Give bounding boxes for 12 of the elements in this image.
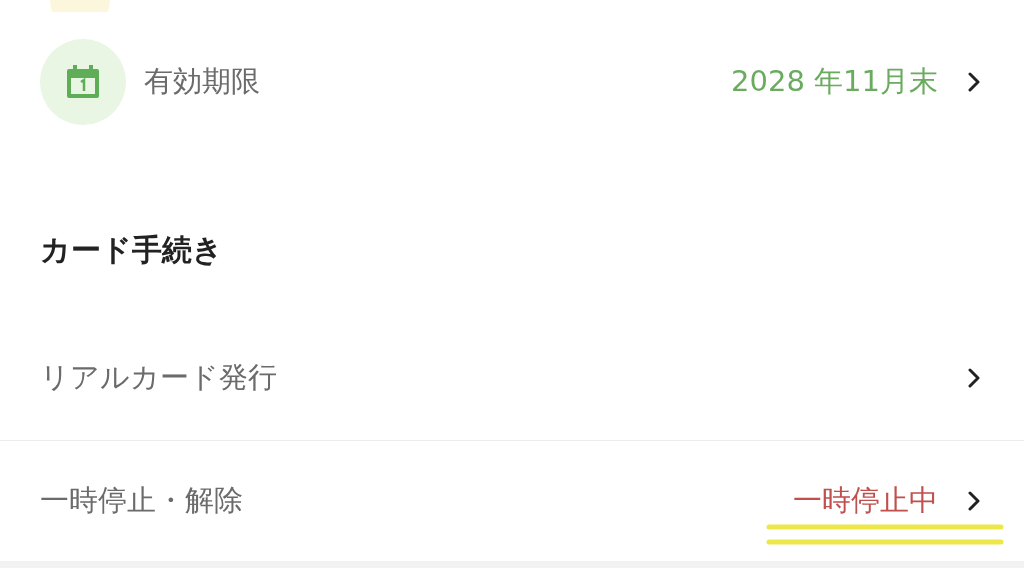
- menu-row[interactable]: 一時停止・解除 一時停止中: [0, 441, 1024, 561]
- expiry-date: 2028 年11月末: [731, 63, 938, 100]
- menu-label: リアルカード発行: [40, 359, 278, 396]
- section-title: カード手続き: [40, 232, 223, 267]
- expiry-row[interactable]: 有効期限 2028 年11月末: [0, 12, 1024, 152]
- expiry-label: 有効期限: [144, 63, 261, 100]
- menu-label: 一時停止・解除: [40, 482, 244, 519]
- chevron-right-icon: [968, 72, 980, 92]
- menu-row[interactable]: リアルカード発行: [0, 316, 1024, 440]
- chevron-right-icon: [968, 491, 980, 511]
- chevron-right-icon: [968, 368, 980, 388]
- status-text: 一時停止中: [793, 481, 938, 521]
